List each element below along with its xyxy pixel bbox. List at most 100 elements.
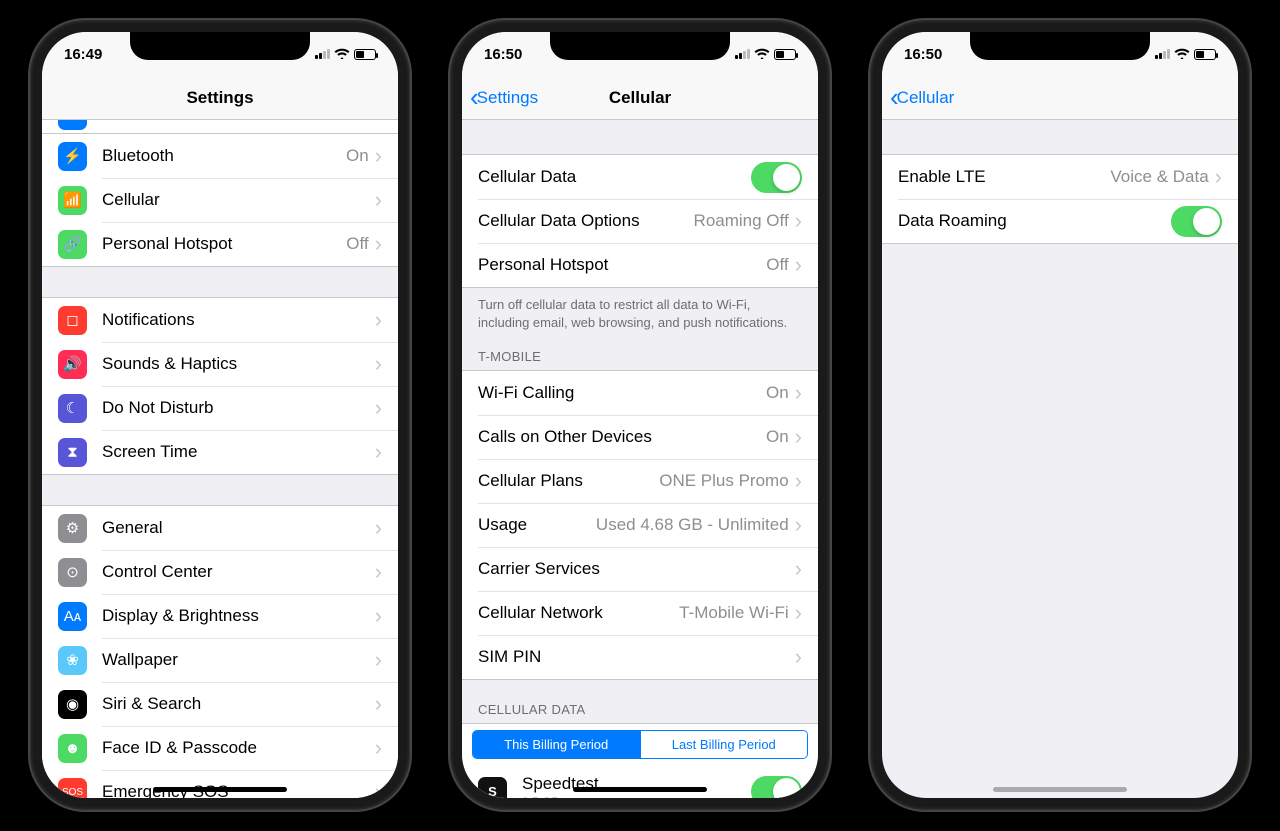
row-label: Notifications (102, 310, 375, 330)
row-siri-search[interactable]: ◉Siri & Search› (42, 682, 398, 726)
row-icon: 🔊 (58, 350, 87, 379)
app-icon: S (478, 777, 507, 798)
back-button[interactable]: ‹ Settings (470, 76, 538, 119)
row-speedtest[interactable]: SSpeedtest2.5 GB (462, 769, 818, 798)
status-time: 16:49 (64, 46, 102, 63)
row-partial[interactable] (42, 120, 398, 134)
phone-frame-1: 16:49 Settings ⚡BluetoothOn›📶Cellular›🔗P… (30, 20, 410, 810)
chevron-right-icon: › (375, 351, 382, 377)
row-sim-pin[interactable]: SIM PIN› (462, 635, 818, 679)
row-label: Sounds & Haptics (102, 354, 375, 374)
row-do-not-disturb[interactable]: ☾Do Not Disturb› (42, 386, 398, 430)
row-icon: ⚙ (58, 514, 87, 543)
chevron-right-icon: › (375, 231, 382, 257)
row-label: Usage (478, 515, 596, 535)
chevron-right-icon: › (375, 187, 382, 213)
segment-this-period[interactable]: This Billing Period (473, 731, 640, 758)
row-personal-hotspot[interactable]: 🔗Personal HotspotOff› (42, 222, 398, 266)
chevron-right-icon: › (375, 603, 382, 629)
content[interactable]: Cellular Data Cellular Data OptionsRoamin… (462, 120, 818, 798)
row-icon: 📶 (58, 186, 87, 215)
row-emergency-sos[interactable]: SOSEmergency SOS› (42, 770, 398, 798)
row-personal-hotspot[interactable]: Personal HotspotOff› (462, 243, 818, 287)
row-label: Bluetooth (102, 146, 346, 166)
chevron-right-icon: › (375, 559, 382, 585)
row-icon: ⚡ (58, 142, 87, 171)
chevron-right-icon: › (795, 468, 802, 494)
row-icon: ◻ (58, 306, 87, 335)
row-data-roaming[interactable]: Data Roaming (882, 199, 1238, 243)
row-carrier-services[interactable]: Carrier Services› (462, 547, 818, 591)
chevron-right-icon: › (375, 143, 382, 169)
row-display-brightness[interactable]: AᴀDisplay & Brightness› (42, 594, 398, 638)
chevron-right-icon: › (795, 600, 802, 626)
chevron-right-icon: › (375, 647, 382, 673)
screen-1: 16:49 Settings ⚡BluetoothOn›📶Cellular›🔗P… (42, 32, 398, 798)
chevron-right-icon: › (375, 735, 382, 761)
chevron-right-icon: › (795, 424, 802, 450)
chevron-right-icon: › (795, 252, 802, 278)
row-bluetooth[interactable]: ⚡BluetoothOn› (42, 134, 398, 178)
row-value: Off (346, 234, 368, 254)
content[interactable]: ⚡BluetoothOn›📶Cellular›🔗Personal Hotspot… (42, 120, 398, 798)
notch (130, 32, 310, 60)
row-cellular-data-options[interactable]: Cellular Data OptionsRoaming Off › (462, 199, 818, 243)
nav-bar: Settings (42, 76, 398, 120)
row-wi-fi-calling[interactable]: Wi-Fi CallingOn› (462, 371, 818, 415)
row-value: On (766, 427, 789, 447)
home-indicator[interactable] (573, 787, 707, 792)
page-title: Cellular (609, 88, 671, 108)
row-calls-on-other-devices[interactable]: Calls on Other DevicesOn › (462, 415, 818, 459)
toggle-switch[interactable] (751, 162, 802, 193)
toggle-switch[interactable] (751, 776, 802, 798)
row-cellular-network[interactable]: Cellular NetworkT-Mobile Wi-Fi› (462, 591, 818, 635)
battery-icon (1194, 49, 1216, 60)
wifi-icon (754, 46, 770, 62)
row-value: T-Mobile Wi-Fi (679, 603, 789, 623)
row-notifications[interactable]: ◻Notifications› (42, 298, 398, 342)
status-time: 16:50 (484, 46, 522, 63)
signal-icon (735, 49, 750, 59)
row-icon: Aᴀ (58, 602, 87, 631)
screen-2: 16:50 ‹ Settings Cellular Cellular DataC… (462, 32, 818, 798)
back-label: Settings (477, 88, 538, 108)
row-label: Cellular Data (478, 167, 751, 187)
row-wallpaper[interactable]: ❀Wallpaper› (42, 638, 398, 682)
row-icon: ◉ (58, 690, 87, 719)
row-sounds-haptics[interactable]: 🔊 Sounds & Haptics› (42, 342, 398, 386)
status-right (735, 46, 796, 62)
notch (970, 32, 1150, 60)
home-indicator[interactable] (993, 787, 1127, 792)
row-label: Wallpaper (102, 650, 375, 670)
row-control-center[interactable]: ⊙Control Center› (42, 550, 398, 594)
row-usage[interactable]: UsageUsed 4.68 GB - Unlimited› (462, 503, 818, 547)
row-value: Roaming Off (694, 211, 789, 231)
row-icon: ⧗ (58, 438, 87, 467)
row-sub: 2.5 GB (522, 795, 751, 798)
segmented-control[interactable]: This Billing Period Last Billing Period (472, 730, 808, 759)
row-enable-lte[interactable]: Enable LTEVoice & Data› (882, 155, 1238, 199)
chevron-right-icon: › (795, 208, 802, 234)
back-button[interactable]: ‹ Cellular (890, 76, 954, 119)
row-screen-time[interactable]: ⧗Screen Time› (42, 430, 398, 474)
row-value: Voice & Data (1110, 167, 1208, 187)
row-cellular-data[interactable]: Cellular Data (462, 155, 818, 199)
section-header: T-MOBILE (462, 335, 818, 370)
toggle-switch[interactable] (1171, 206, 1222, 237)
row-cellular-plans[interactable]: Cellular PlansONE Plus Promo› (462, 459, 818, 503)
row-label: Carrier Services (478, 559, 795, 579)
row-general[interactable]: ⚙General› (42, 506, 398, 550)
row-cellular[interactable]: 📶Cellular› (42, 178, 398, 222)
home-indicator[interactable] (153, 787, 287, 792)
row-label: Screen Time (102, 442, 375, 462)
row-label: Cellular Data Options (478, 211, 694, 231)
row-label: Calls on Other Devices (478, 427, 766, 447)
nav-bar: ‹ Settings Cellular (462, 76, 818, 120)
row-face-id-passcode[interactable]: ☻Face ID & Passcode› (42, 726, 398, 770)
segment-last-period[interactable]: Last Billing Period (640, 731, 808, 758)
battery-icon (774, 49, 796, 60)
chevron-right-icon: › (795, 556, 802, 582)
content[interactable]: Enable LTEVoice & Data›Data Roaming (882, 120, 1238, 798)
phone-frame-2: 16:50 ‹ Settings Cellular Cellular DataC… (450, 20, 830, 810)
row-label: Face ID & Passcode (102, 738, 375, 758)
